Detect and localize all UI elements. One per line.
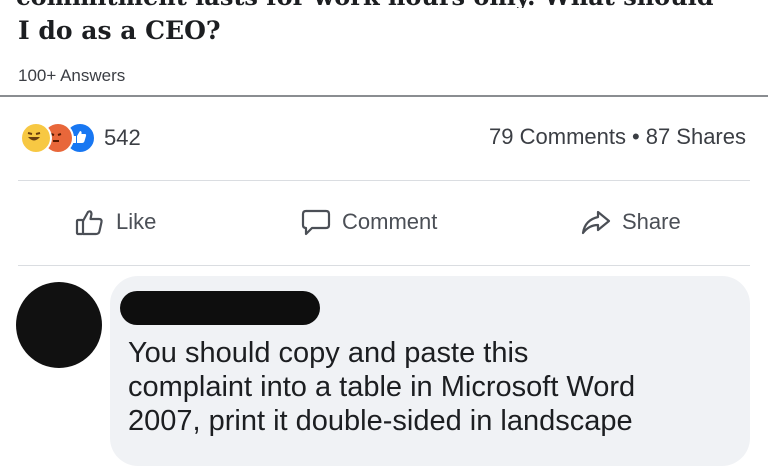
share-arrow-icon bbox=[581, 210, 611, 235]
thumbs-up-icon bbox=[75, 210, 103, 236]
comment-line: You should copy and paste this bbox=[128, 337, 529, 369]
actions-bottom-divider bbox=[18, 265, 750, 266]
share-label: Share bbox=[622, 209, 681, 234]
comments-count[interactable]: 79 Comments bbox=[489, 124, 626, 149]
reaction-summary[interactable]: 542 bbox=[20, 122, 141, 154]
actions-top-divider bbox=[18, 180, 750, 181]
comment-button[interactable]: Comment bbox=[300, 200, 437, 244]
question-previous-line: commitment lasts for work hours only. Wh… bbox=[16, 0, 768, 8]
like-label: Like bbox=[116, 209, 157, 234]
question-previous-line-text: commitment lasts for work hours only. Wh… bbox=[16, 0, 768, 8]
stats-separator: • bbox=[632, 124, 640, 149]
reaction-count: 542 bbox=[104, 125, 141, 150]
comment-line: complaint into a table in Microsoft Word bbox=[128, 371, 636, 403]
comment-label: Comment bbox=[342, 209, 438, 234]
like-button[interactable]: Like bbox=[74, 200, 156, 244]
section-divider bbox=[0, 95, 768, 97]
redacted-commenter-name[interactable] bbox=[120, 291, 320, 325]
comment-bubble-icon bbox=[301, 209, 331, 236]
haha-icon bbox=[20, 122, 52, 154]
comment-text: You should copy and paste this complaint… bbox=[128, 336, 738, 438]
commenter-avatar[interactable] bbox=[16, 282, 102, 368]
share-button[interactable]: Share bbox=[580, 200, 681, 244]
answers-count[interactable]: 100+ Answers bbox=[18, 66, 125, 86]
shares-count[interactable]: 87 Shares bbox=[646, 124, 746, 149]
question-title: I do as a CEO? bbox=[18, 16, 221, 45]
comment-line: 2007, print it double-sided in landscape bbox=[128, 405, 633, 437]
post-stats: 79 Comments • 87 Shares bbox=[489, 124, 746, 150]
